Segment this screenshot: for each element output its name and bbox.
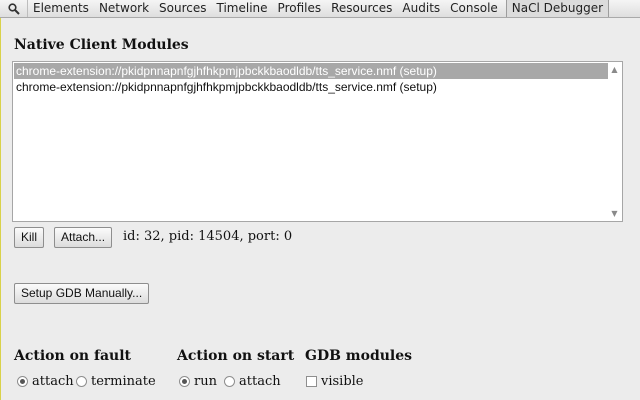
start-run-radio[interactable]	[179, 376, 190, 387]
tab-sources[interactable]: Sources	[154, 0, 211, 17]
fault-terminate-label: terminate	[91, 374, 156, 389]
search-icon[interactable]	[0, 0, 28, 17]
tab-profiles[interactable]: Profiles	[273, 0, 327, 17]
tab-nacl-debugger[interactable]: NaCl Debugger	[505, 0, 610, 17]
start-option-attach[interactable]: attach	[224, 374, 281, 389]
tab-network[interactable]: Network	[94, 0, 154, 17]
setup-gdb-button[interactable]: Setup GDB Manually...	[14, 283, 150, 304]
list-item[interactable]: chrome-extension://pkidpnnapnfgjhfhkpmjp…	[14, 63, 608, 79]
gdb-visible-checkbox[interactable]	[306, 376, 317, 387]
fault-title: Action on fault	[14, 348, 132, 364]
start-title: Action on start	[177, 348, 295, 364]
tab-timeline[interactable]: Timeline	[212, 0, 273, 17]
tab-console[interactable]: Console	[445, 0, 503, 17]
gdb-visible-label: visible	[321, 374, 364, 389]
tab-audits[interactable]: Audits	[397, 0, 445, 17]
tab-resources[interactable]: Resources	[326, 0, 397, 17]
fault-terminate-radio[interactable]	[76, 376, 87, 387]
gdb-visible-option[interactable]: visible	[306, 374, 364, 389]
modules-listbox[interactable]: chrome-extension://pkidpnnapnfgjhfhkpmjp…	[12, 61, 623, 222]
start-run-label: run	[194, 374, 217, 389]
scroll-down-icon[interactable]: ▼	[609, 209, 620, 218]
start-attach-radio[interactable]	[224, 376, 235, 387]
list-item[interactable]: chrome-extension://pkidpnnapnfgjhfhkpmjp…	[14, 79, 608, 95]
fault-option-attach[interactable]: attach	[17, 374, 74, 389]
fault-option-terminate[interactable]: terminate	[76, 374, 156, 389]
gdb-modules-title: GDB modules	[305, 348, 413, 364]
start-attach-label: attach	[239, 374, 281, 389]
fault-attach-label: attach	[32, 374, 74, 389]
devtools-toolbar: Elements Network Sources Timeline Profil…	[0, 0, 640, 18]
scroll-up-icon[interactable]: ▲	[609, 65, 620, 74]
attach-button[interactable]: Attach...	[54, 227, 113, 248]
modules-heading: Native Client Modules	[14, 37, 189, 53]
tab-elements[interactable]: Elements	[28, 0, 94, 17]
process-info: id: 32, pid: 14504, port: 0	[123, 229, 293, 244]
fault-attach-radio[interactable]	[17, 376, 28, 387]
start-option-run[interactable]: run	[179, 374, 217, 389]
left-border-accent	[0, 18, 1, 400]
kill-button[interactable]: Kill	[14, 227, 45, 248]
